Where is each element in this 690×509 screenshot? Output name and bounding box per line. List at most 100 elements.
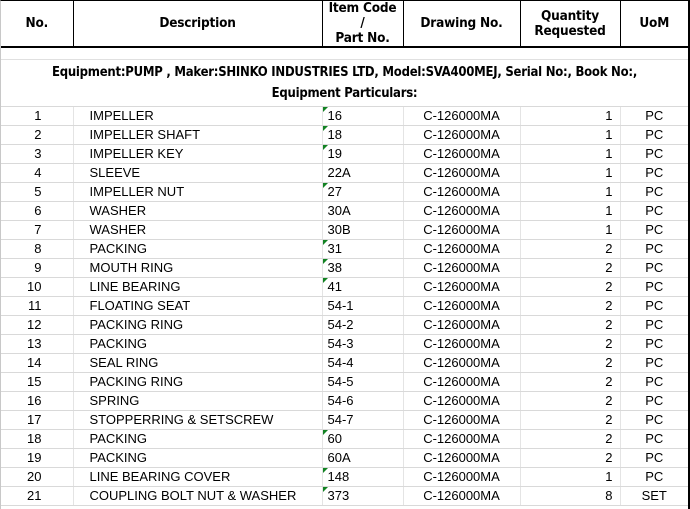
cell-quantity[interactable]: 1 [519,106,620,126]
cell-uom[interactable]: PC [619,315,688,335]
column-header-item-code[interactable]: Item Code / Part No. [321,1,403,48]
cell-uom[interactable]: PC [619,448,688,468]
cell-drawing-no[interactable]: C-126000MA [402,486,520,506]
cell-no[interactable]: 11 [1,296,73,316]
cell-quantity[interactable]: 1 [519,182,620,202]
cell-drawing-no[interactable]: C-126000MA [402,163,520,183]
cell-quantity[interactable]: 8 [519,486,620,506]
cell-no[interactable]: 14 [1,353,73,373]
cell-item-code[interactable]: 38 [321,258,403,278]
column-header-description[interactable]: Description [72,1,322,48]
cell-description[interactable]: MOUTH RING [72,258,322,278]
cell-item-code[interactable]: 54-2 [321,315,403,335]
table-row[interactable]: 20 LINE BEARING COVER 148 C-126000MA 1 PC [1,467,688,487]
cell-drawing-no[interactable]: C-126000MA [402,353,520,373]
cell-uom[interactable]: PC [619,106,688,126]
cell-no[interactable]: 21 [1,486,73,506]
table-row[interactable]: 4 SLEEVE 22A C-126000MA 1 PC [1,163,688,183]
cell-drawing-no[interactable]: C-126000MA [402,410,520,430]
cell-description[interactable]: PACKING [72,429,322,449]
cell-item-code[interactable]: 54-5 [321,372,403,392]
cell-no[interactable]: 20 [1,467,73,487]
cell-description[interactable]: PACKING RING [72,315,322,335]
cell-uom[interactable]: PC [619,182,688,202]
cell-item-code[interactable]: 148 [321,467,403,487]
cell-description[interactable]: WASHER [72,201,322,221]
cell-no[interactable]: 18 [1,429,73,449]
table-row[interactable]: 12 PACKING RING 54-2 C-126000MA 2 PC [1,315,688,335]
cell-drawing-no[interactable]: C-126000MA [402,372,520,392]
cell-uom[interactable]: PC [619,125,688,145]
cell-uom[interactable]: PC [619,201,688,221]
cell-description[interactable]: IMPELLER [72,106,322,126]
cell-uom[interactable]: PC [619,429,688,449]
cell-no[interactable]: 13 [1,334,73,354]
table-row[interactable]: 3 IMPELLER KEY 19 C-126000MA 1 PC [1,144,688,164]
table-row[interactable]: 10 LINE BEARING 41 C-126000MA 2 PC [1,277,688,297]
cell-description[interactable]: PACKING [72,239,322,259]
cell-uom[interactable]: PC [619,239,688,259]
cell-item-code[interactable]: 60 [321,429,403,449]
cell-uom[interactable]: PC [619,391,688,411]
cell-uom[interactable]: PC [619,220,688,240]
cell-item-code[interactable]: 30B [321,220,403,240]
cell-uom[interactable]: PC [619,353,688,373]
cell-description[interactable]: COUPLING BOLT NUT & WASHER [72,486,322,506]
cell-uom[interactable]: PC [619,467,688,487]
cell-no[interactable]: 3 [1,144,73,164]
cell-quantity[interactable]: 1 [519,467,620,487]
cell-uom[interactable]: PC [619,372,688,392]
table-row[interactable]: 18 PACKING 60 C-126000MA 2 PC [1,429,688,449]
cell-quantity[interactable]: 2 [519,448,620,468]
cell-no[interactable]: 12 [1,315,73,335]
cell-quantity[interactable]: 1 [519,220,620,240]
table-row[interactable]: 11 FLOATING SEAT 54-1 C-126000MA 2 PC [1,296,688,316]
cell-description[interactable]: PACKING [72,448,322,468]
cell-quantity[interactable]: 2 [519,410,620,430]
cell-no[interactable]: 17 [1,410,73,430]
cell-uom[interactable]: PC [619,258,688,278]
cell-uom[interactable]: PC [619,144,688,164]
cell-quantity[interactable]: 2 [519,315,620,335]
cell-no[interactable]: 19 [1,448,73,468]
cell-description[interactable]: LINE BEARING [72,277,322,297]
cell-description[interactable]: LINE BEARING COVER [72,467,322,487]
cell-item-code[interactable]: 18 [321,125,403,145]
table-row[interactable]: 14 SEAL RING 54-4 C-126000MA 2 PC [1,353,688,373]
cell-quantity[interactable]: 1 [519,163,620,183]
cell-description[interactable]: SEAL RING [72,353,322,373]
cell-uom[interactable]: PC [619,163,688,183]
cell-quantity[interactable]: 2 [519,296,620,316]
cell-item-code[interactable]: 22A [321,163,403,183]
equipment-banner-cell[interactable]: Equipment:PUMP , Maker:SHINKO INDUSTRIES… [1,59,688,107]
cell-item-code[interactable]: 16 [321,106,403,126]
cell-quantity[interactable]: 1 [519,144,620,164]
cell-quantity[interactable]: 1 [519,201,620,221]
cell-drawing-no[interactable]: C-126000MA [402,277,520,297]
table-row[interactable]: 19 PACKING 60A C-126000MA 2 PC [1,448,688,468]
cell-description[interactable]: IMPELLER NUT [72,182,322,202]
cell-no[interactable]: 9 [1,258,73,278]
table-row[interactable]: 7 WASHER 30B C-126000MA 1 PC [1,220,688,240]
cell-description[interactable]: SPRING [72,391,322,411]
column-header-quantity-requested[interactable]: Quantity Requested [519,1,620,48]
cell-uom[interactable]: PC [619,410,688,430]
cell-item-code[interactable]: 31 [321,239,403,259]
cell-quantity[interactable]: 2 [519,258,620,278]
cell-quantity[interactable]: 2 [519,277,620,297]
cell-drawing-no[interactable]: C-126000MA [402,258,520,278]
column-header-no[interactable]: No. [1,1,73,48]
cell-drawing-no[interactable]: C-126000MA [402,144,520,164]
cell-no[interactable]: 15 [1,372,73,392]
cell-drawing-no[interactable]: C-126000MA [402,125,520,145]
column-header-uom[interactable]: UoM [619,1,688,48]
cell-no[interactable]: 7 [1,220,73,240]
cell-drawing-no[interactable]: C-126000MA [402,467,520,487]
table-row[interactable]: 17 STOPPERRING & SETSCREW 54-7 C-126000MA 2 P… [1,410,688,430]
table-row[interactable]: 15 PACKING RING 54-5 C-126000MA 2 PC [1,372,688,392]
cell-no[interactable]: 10 [1,277,73,297]
column-header-drawing-no[interactable]: Drawing No. [402,1,520,48]
cell-no[interactable]: 16 [1,391,73,411]
cell-drawing-no[interactable]: C-126000MA [402,182,520,202]
cell-quantity[interactable]: 2 [519,239,620,259]
